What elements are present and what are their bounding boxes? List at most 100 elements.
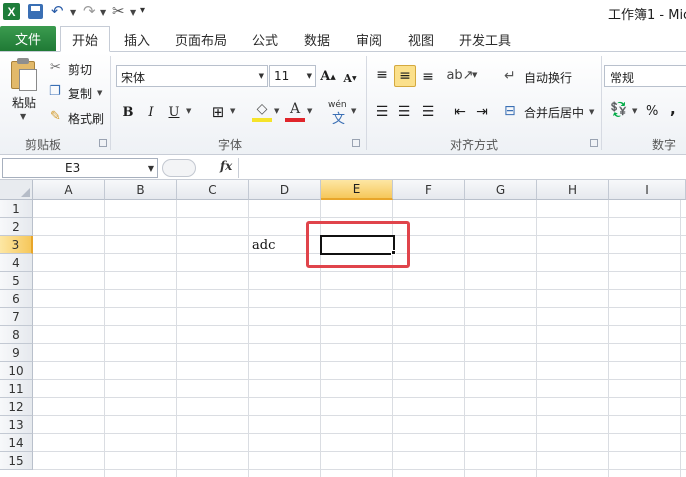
- tab-developer[interactable]: 开发工具: [453, 26, 517, 52]
- row-header-9[interactable]: 9: [0, 344, 33, 362]
- font-color-button[interactable]: A: [285, 100, 305, 122]
- column-header-h[interactable]: H: [537, 180, 609, 200]
- formula-input[interactable]: [238, 158, 686, 178]
- copy-dropdown-icon[interactable]: ▼: [97, 89, 102, 97]
- insert-function-button[interactable]: fx: [220, 159, 232, 173]
- undo-icon[interactable]: ↶: [51, 2, 64, 20]
- tab-home[interactable]: 开始: [60, 26, 110, 52]
- paste-icon[interactable]: [9, 57, 39, 91]
- paste-button[interactable]: 粘贴: [12, 94, 36, 111]
- name-box[interactable]: E3 ▼: [2, 158, 158, 178]
- row-header-14[interactable]: 14: [0, 434, 33, 452]
- column-header-d[interactable]: D: [249, 180, 321, 200]
- row-header-5[interactable]: 5: [0, 272, 33, 290]
- grow-font-label: A: [320, 68, 331, 84]
- row-header-11[interactable]: 11: [0, 380, 33, 398]
- merge-dropdown-icon[interactable]: ▼: [589, 108, 594, 116]
- percent-button[interactable]: %: [646, 104, 658, 119]
- borders-dropdown-icon[interactable]: ▼: [230, 107, 235, 115]
- paste-dropdown-icon[interactable]: ▼: [20, 112, 26, 121]
- shrink-font-button[interactable]: A ▼: [340, 68, 360, 88]
- align-bottom-icon[interactable]: ≡: [418, 67, 438, 87]
- cut-button[interactable]: 剪切: [68, 61, 92, 78]
- row-header-2[interactable]: 2: [0, 218, 33, 236]
- tab-formulas[interactable]: 公式: [245, 26, 285, 52]
- redo-icon[interactable]: ↷: [83, 2, 96, 20]
- column-header-g[interactable]: G: [465, 180, 537, 200]
- scissors-icon[interactable]: ✂: [50, 60, 61, 75]
- excel-logo-icon[interactable]: X: [3, 3, 20, 20]
- save-icon[interactable]: [28, 4, 43, 19]
- wrap-text-button[interactable]: 自动换行: [524, 69, 572, 86]
- orientation-icon[interactable]: ab↗: [446, 65, 473, 85]
- underline-dropdown-icon[interactable]: ▼: [186, 107, 191, 115]
- tools-icon[interactable]: ✂: [112, 2, 125, 20]
- font-color-dropdown-icon[interactable]: ▼: [307, 107, 312, 115]
- align-center-icon[interactable]: ☰: [394, 102, 414, 122]
- tools-dropdown-icon[interactable]: ▼: [130, 8, 136, 17]
- align-left-icon[interactable]: ☰: [372, 102, 392, 122]
- number-format-select[interactable]: 常规: [604, 65, 686, 87]
- copy-icon[interactable]: ❐: [49, 84, 61, 99]
- accounting-dropdown-icon[interactable]: ▼: [632, 107, 637, 115]
- redo-dropdown-icon[interactable]: ▼: [100, 8, 106, 17]
- merge-center-button[interactable]: 合并后居中: [524, 104, 584, 121]
- format-painter-icon[interactable]: ✎: [50, 109, 61, 124]
- bold-button[interactable]: B: [118, 102, 138, 122]
- row-header-6[interactable]: 6: [0, 290, 33, 308]
- customize-qat-icon[interactable]: ▾: [140, 5, 145, 16]
- column-header-e[interactable]: E: [321, 180, 393, 200]
- orientation-dropdown-icon[interactable]: ▼: [472, 71, 477, 79]
- row-header-12[interactable]: 12: [0, 398, 33, 416]
- alignment-launcher-icon[interactable]: [590, 139, 598, 147]
- row-header-3[interactable]: 3: [0, 236, 33, 254]
- select-all-button[interactable]: [0, 180, 33, 200]
- format-painter-button[interactable]: 格式刷: [68, 110, 104, 127]
- undo-dropdown-icon[interactable]: ▼: [70, 8, 76, 17]
- font-launcher-icon[interactable]: [352, 139, 360, 147]
- italic-button[interactable]: I: [141, 102, 161, 122]
- row-header-1[interactable]: 1: [0, 200, 33, 218]
- chevron-down-icon[interactable]: ▼: [148, 164, 154, 173]
- accounting-format-icon[interactable]: 💱: [610, 102, 627, 118]
- decrease-indent-icon[interactable]: ⇤: [450, 102, 470, 122]
- column-header-b[interactable]: B: [105, 180, 177, 200]
- clipboard-launcher-icon[interactable]: [99, 139, 107, 147]
- phonetic-dropdown-icon[interactable]: ▼: [351, 107, 356, 115]
- row-header-10[interactable]: 10: [0, 362, 33, 380]
- tab-insert[interactable]: 插入: [116, 26, 158, 52]
- underline-button[interactable]: U: [164, 102, 184, 122]
- row-header-8[interactable]: 8: [0, 326, 33, 344]
- row-header-15[interactable]: 15: [0, 452, 33, 470]
- align-middle-icon[interactable]: ≡: [394, 65, 416, 87]
- tab-page-layout[interactable]: 页面布局: [170, 26, 232, 52]
- comma-button[interactable]: ,: [670, 100, 676, 118]
- row-header-13[interactable]: 13: [0, 416, 33, 434]
- highlight-annotation: [306, 221, 410, 268]
- wrap-text-icon[interactable]: ↵: [504, 68, 516, 84]
- formula-cancel-icon[interactable]: [162, 159, 196, 177]
- font-size-select[interactable]: 11 ▼: [269, 65, 316, 87]
- increase-indent-icon[interactable]: ⇥: [472, 102, 492, 122]
- font-name-select[interactable]: 宋体 ▼: [116, 65, 268, 87]
- row-header-4[interactable]: 4: [0, 254, 33, 272]
- tab-data[interactable]: 数据: [297, 26, 337, 52]
- tab-view[interactable]: 视图: [401, 26, 441, 52]
- fill-color-icon[interactable]: ◇: [252, 100, 272, 122]
- column-header-c[interactable]: C: [177, 180, 249, 200]
- tab-file[interactable]: 文件: [0, 26, 56, 51]
- column-header-a[interactable]: A: [33, 180, 105, 200]
- align-top-icon[interactable]: ≡: [372, 65, 392, 85]
- column-header-i[interactable]: I: [609, 180, 686, 200]
- copy-button[interactable]: 复制: [68, 85, 92, 102]
- fill-color-dropdown-icon[interactable]: ▼: [274, 107, 279, 115]
- align-right-icon[interactable]: ☰: [418, 102, 438, 122]
- cell-d3[interactable]: adc: [252, 238, 275, 253]
- worksheet-grid: A B C D E F G H I 1 2 3 4 5 6 7 8 9 10 1…: [0, 180, 686, 477]
- borders-icon[interactable]: ⊞: [208, 102, 228, 122]
- row-header-7[interactable]: 7: [0, 308, 33, 326]
- tab-review[interactable]: 审阅: [349, 26, 389, 52]
- merge-center-icon[interactable]: ⊟: [504, 103, 516, 119]
- grow-font-button[interactable]: A ▲: [318, 66, 338, 86]
- column-header-f[interactable]: F: [393, 180, 465, 200]
